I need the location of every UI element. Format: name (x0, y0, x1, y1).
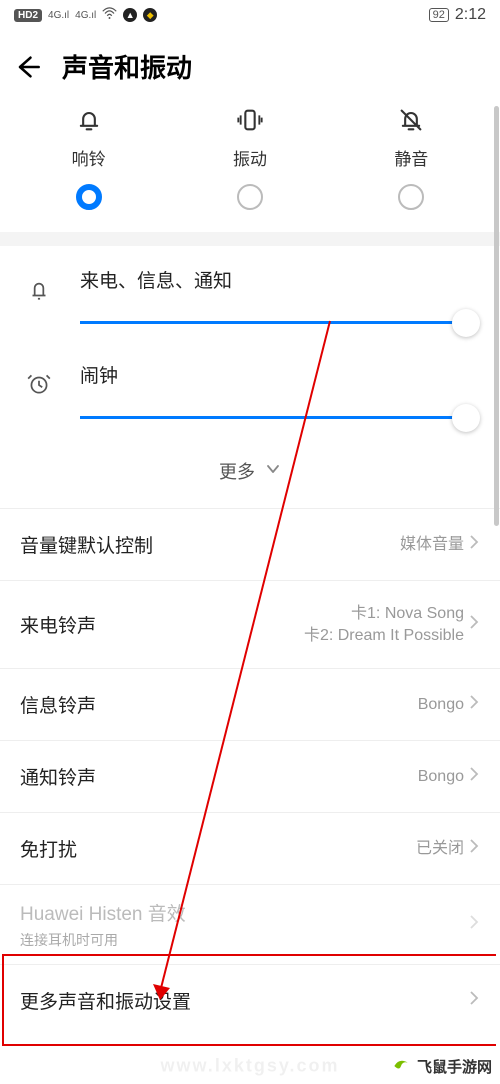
setting-label: Huawei Histen 音效 (20, 899, 186, 926)
chevron-right-icon (468, 614, 480, 635)
setting-sublabel: 连接耳机时可用 (20, 930, 186, 950)
chevron-right-icon (468, 990, 480, 1011)
setting-label: 更多声音和振动设置 (20, 987, 191, 1014)
watermark-text: 飞鼠手游网 (417, 1056, 492, 1077)
vibrate-icon (236, 105, 264, 135)
notif-icon-2: ◆ (143, 8, 157, 22)
setting-message-tone[interactable]: 信息铃声 Bongo (0, 669, 500, 741)
more-volumes-expand[interactable]: 更多 (24, 438, 476, 508)
battery-badge: 92 (429, 8, 449, 22)
setting-label: 音量键默认控制 (20, 531, 153, 558)
setting-value: Bongo (418, 766, 464, 788)
chevron-right-icon (468, 534, 480, 555)
scrollbar[interactable] (494, 106, 499, 526)
setting-more-sound[interactable]: 更多声音和振动设置 (0, 965, 500, 1036)
volume-notify-slider[interactable] (80, 311, 476, 335)
clock: 2:12 (455, 6, 486, 24)
alarm-clock-icon (24, 369, 54, 399)
chevron-right-icon (468, 694, 480, 715)
bell-outline-icon (24, 274, 54, 304)
setting-dnd[interactable]: 免打扰 已关闭 (0, 813, 500, 885)
hd-badge: HD2 (14, 9, 42, 22)
settings-list: 音量键默认控制 媒体音量 来电铃声 卡1: Nova Song 卡2: Drea… (0, 508, 500, 1036)
mode-label: 振动 (233, 145, 267, 170)
radio-silent[interactable] (398, 184, 424, 210)
volume-label: 来电、信息、通知 (80, 266, 476, 293)
watermark-faint: www.lxktgsy.com (160, 1056, 339, 1077)
chevron-right-icon (468, 838, 480, 859)
sound-mode-radio-row (0, 174, 500, 232)
bell-off-icon (397, 105, 425, 135)
chevron-down-icon (265, 461, 281, 482)
page-title: 声音和振动 (62, 48, 192, 85)
volume-label: 闹钟 (80, 361, 476, 388)
setting-notification-tone[interactable]: 通知铃声 Bongo (0, 741, 500, 813)
sound-mode-row: 响铃 振动 静音 (0, 97, 500, 174)
setting-ringtone[interactable]: 来电铃声 卡1: Nova Song 卡2: Dream It Possible (0, 581, 500, 669)
setting-value: Bongo (418, 694, 464, 716)
more-label: 更多 (219, 458, 255, 484)
setting-label: 信息铃声 (20, 691, 96, 718)
page-header: 声音和振动 (0, 30, 500, 97)
mode-label: 静音 (394, 145, 428, 170)
watermark-logo-icon (391, 1056, 411, 1076)
setting-value: 已关闭 (416, 838, 464, 860)
setting-label: 通知铃声 (20, 763, 96, 790)
volume-alarm-row: 闹钟 (24, 361, 476, 430)
back-button[interactable] (10, 50, 44, 84)
bell-icon (75, 105, 103, 135)
signal-2: 4G.ıl (75, 10, 96, 21)
mode-label: 响铃 (72, 145, 106, 170)
volume-notify-row: 来电、信息、通知 (24, 266, 476, 335)
signal-1: 4G.ıl (48, 10, 69, 21)
watermark-bar: www.lxktgsy.com 飞鼠手游网 (0, 1048, 500, 1084)
chevron-right-icon (468, 766, 480, 787)
chevron-right-icon (468, 914, 480, 935)
radio-vibrate[interactable] (237, 184, 263, 210)
setting-label: 来电铃声 (20, 611, 96, 638)
radio-ring[interactable] (76, 184, 102, 210)
notif-icon-1: ▲ (123, 8, 137, 22)
setting-label: 免打扰 (20, 835, 77, 862)
mode-silent[interactable]: 静音 (341, 105, 481, 170)
wifi-icon (102, 6, 117, 24)
setting-volume-key[interactable]: 音量键默认控制 媒体音量 (0, 509, 500, 581)
status-bar: HD2 4G.ıl 4G.ıl ▲ ◆ 92 2:12 (0, 0, 500, 30)
volume-alarm-slider[interactable] (80, 406, 476, 430)
setting-histen: Huawei Histen 音效 连接耳机时可用 (0, 885, 500, 965)
volume-section: 来电、信息、通知 闹钟 更多 (0, 246, 500, 508)
mode-ring[interactable]: 响铃 (19, 105, 159, 170)
section-divider (0, 232, 500, 246)
setting-value: 卡1: Nova Song 卡2: Dream It Possible (304, 603, 464, 646)
setting-value: 媒体音量 (400, 534, 464, 556)
mode-vibrate[interactable]: 振动 (180, 105, 320, 170)
